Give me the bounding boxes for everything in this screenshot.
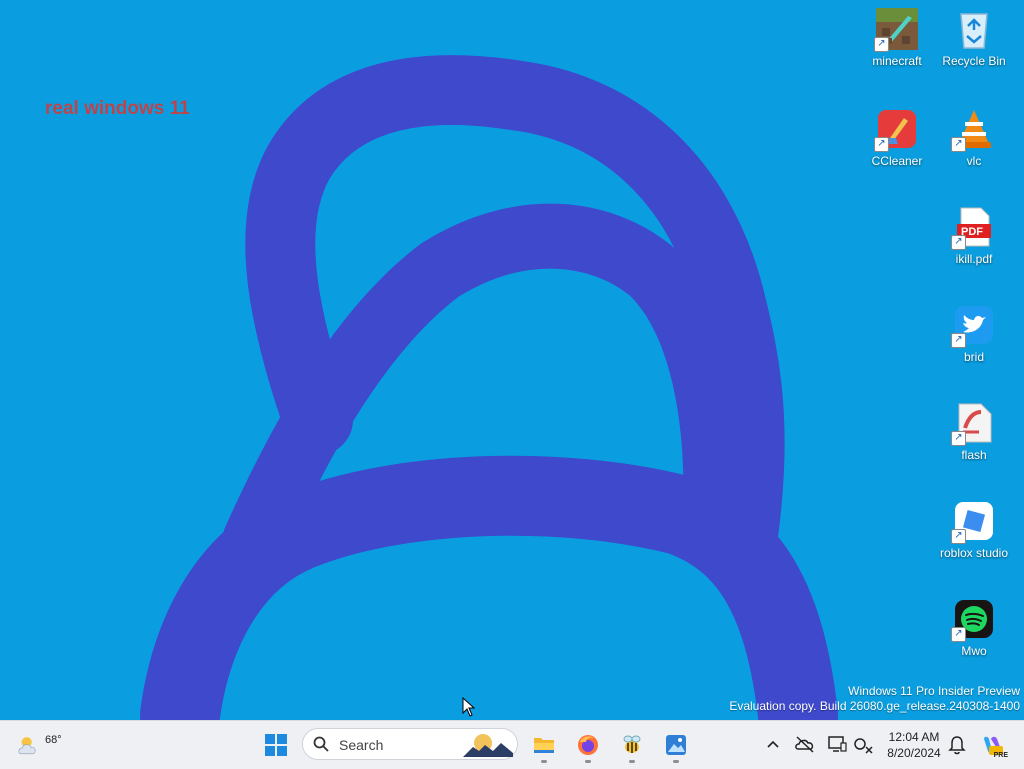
desktop-icon-minecraft[interactable]: ↗ minecraft [857,8,937,68]
photos-icon [666,735,686,755]
desktop-icon-brid[interactable]: ↗ brid [934,304,1014,364]
weather-temperature: 68° [45,734,62,746]
mouse-cursor-icon [462,697,476,717]
chevron-up-icon [767,740,779,748]
running-indicator [541,760,547,763]
start-icon [265,734,287,756]
shortcut-arrow-icon: ↗ [951,235,966,250]
desktop-icon-label: brid [963,350,984,364]
display-icon [828,736,847,752]
shortcut-arrow-icon: ↗ [951,333,966,348]
desktop-icon-mwo[interactable]: ↗ Mwo [934,598,1014,658]
notifications-button[interactable] [946,733,968,755]
evaluation-watermark: Windows 11 Pro Insider Preview Evaluatio… [729,684,1020,714]
desktop-icon-label: minecraft [872,54,922,68]
system-clock[interactable]: 12:04 AM 8/20/2024 [878,729,950,761]
running-indicator [673,760,679,763]
wallpaper-caption: real windows 11 [45,98,190,119]
copilot-button[interactable]: PRE [974,727,1010,763]
shortcut-arrow-icon: ↗ [874,37,889,52]
shortcut-arrow-icon: ↗ [951,627,966,642]
partly-cloudy-icon [18,737,36,755]
display-status[interactable] [826,733,848,755]
bee-app-icon [623,735,641,753]
desktop-icon-label: flash [961,448,987,462]
taskbar-search[interactable]: Search [302,728,518,760]
clock-date: 8/20/2024 [887,746,941,760]
onedrive-status[interactable] [794,733,816,755]
watermark-line-2: Evaluation copy. Build 26080.ge_release.… [729,699,1020,713]
clock-time: 12:04 AM [888,730,940,744]
desktop-icon-flash[interactable]: ↗ flash [934,402,1014,462]
show-hidden-icons-button[interactable] [762,733,784,755]
search-icon [313,736,329,752]
search-highlight-icon [463,734,513,757]
taskbar-photos[interactable] [658,727,694,763]
taskbar-firefox[interactable] [570,727,606,763]
bell-icon [948,736,966,755]
desktop-icon-recycle-bin[interactable]: Recycle Bin [934,8,1014,68]
shortcut-arrow-icon: ↗ [874,137,889,152]
desktop-icon-label: Recycle Bin [942,54,1006,68]
desktop-icon-roblox-studio[interactable]: ↗ roblox studio [934,500,1014,560]
network-icon [854,738,873,754]
desktop-icon-label: Mwo [961,644,987,658]
desktop-icon-label: vlc [966,154,982,168]
desktop-icon-ikill-pdf[interactable]: PDF ↗ ikill.pdf [934,206,1014,266]
search-placeholder: Search [339,737,384,753]
preview-badge: PRE [993,752,1008,759]
start-button[interactable] [258,727,294,763]
desktop[interactable]: real windows 11 ↗ minecraft Recycle Bin [0,0,1024,720]
shortcut-arrow-icon: ↗ [951,431,966,446]
file-explorer-icon [534,738,554,753]
shortcut-arrow-icon: ↗ [951,529,966,544]
desktop-icon-label: ikill.pdf [955,252,993,266]
recycle-bin-icon [960,13,988,49]
desktop-icon-label: roblox studio [939,546,1009,560]
desktop-icon-label: CCleaner [871,154,923,168]
watermark-line-1: Windows 11 Pro Insider Preview [848,684,1020,698]
desktop-icon-vlc[interactable]: ↗ vlc [934,108,1014,168]
taskbar-bee-app[interactable] [614,727,650,763]
running-indicator [629,760,635,763]
taskbar: 68° Search 12:04 AM 8/20/2024 PRE [0,720,1024,769]
firefox-icon [578,735,598,755]
onedrive-icon [795,736,814,753]
network-status[interactable] [852,733,874,755]
weather-widget[interactable]: 68° [14,727,62,763]
shortcut-arrow-icon: ↗ [951,137,966,152]
desktop-icon-ccleaner[interactable]: ↗ CCleaner [857,108,937,168]
running-indicator [585,760,591,763]
taskbar-file-explorer[interactable] [526,727,562,763]
